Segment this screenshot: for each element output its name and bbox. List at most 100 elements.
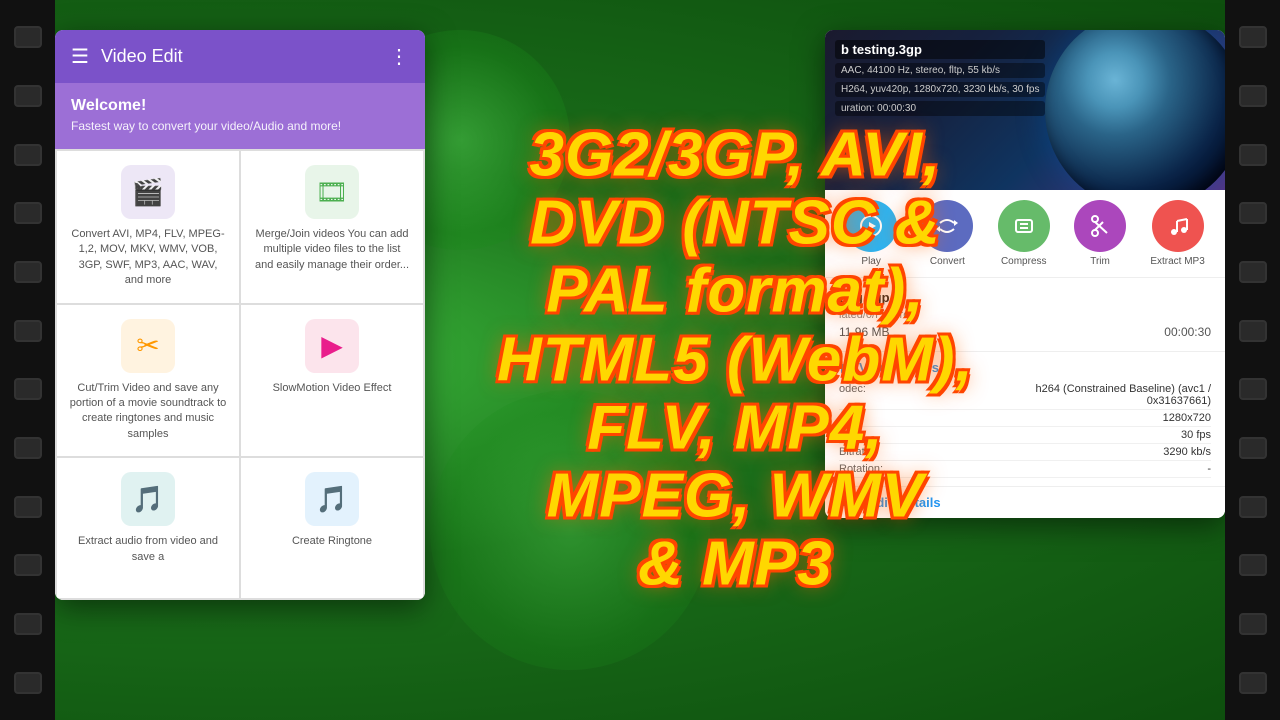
- merge-text: Merge/Join videos You can add multiple v…: [253, 227, 411, 273]
- video-filename: b testing.3gp: [835, 40, 1045, 59]
- compress-icon: [1013, 215, 1035, 237]
- action-buttons-row: Play Convert: [825, 190, 1225, 278]
- film-hole: [1239, 320, 1267, 342]
- camera-lens-graphic: [1045, 30, 1225, 190]
- film-hole: [14, 85, 42, 107]
- video-details-section: Video details odec: h264 (Constrained Ba…: [825, 352, 1225, 486]
- convert-label: Convert: [930, 256, 965, 267]
- ringtone-icon: 🎵: [305, 472, 359, 526]
- trim-button[interactable]: Trim: [1074, 200, 1126, 267]
- film-hole: [1239, 26, 1267, 48]
- film-hole: [14, 320, 42, 342]
- film-hole: [1239, 144, 1267, 166]
- video-meta-1: AAC, 44100 Hz, stereo, fltp, 55 kb/s: [835, 63, 1045, 78]
- film-strip-right: [1225, 0, 1280, 720]
- fps-label: Fps:: [839, 429, 860, 441]
- codec-row: odec: h264 (Constrained Baseline) (avc1 …: [839, 381, 1211, 410]
- more-icon[interactable]: ⋮: [389, 44, 409, 69]
- extract-icon: 🎵: [121, 472, 175, 526]
- film-hole: [1239, 378, 1267, 400]
- compress-circle: [998, 200, 1050, 252]
- film-hole: [1239, 202, 1267, 224]
- film-hole: [14, 672, 42, 694]
- video-details-panel: b testing.3gp AAC, 44100 Hz, stereo, flt…: [825, 30, 1225, 518]
- grid-item-ringtone[interactable]: 🎵 Create Ringtone: [241, 458, 423, 598]
- bitrate-label: Bitrate:: [839, 446, 874, 458]
- rotation-value: -: [1207, 463, 1211, 475]
- trim-circle: [1074, 200, 1126, 252]
- extract-mp3-circle: [1152, 200, 1204, 252]
- film-hole: [1239, 496, 1267, 518]
- convert-icon: [936, 215, 958, 237]
- rotation-label: Rotation:: [839, 463, 883, 475]
- size-row: Size: 1280x720: [839, 410, 1211, 427]
- film-hole: [1239, 85, 1267, 107]
- convert-icon: 🎬: [121, 165, 175, 219]
- hamburger-icon[interactable]: ☰: [71, 44, 89, 69]
- bitrate-row: Bitrate: 3290 kb/s: [839, 444, 1211, 461]
- file-size: 11,96 MB: [839, 325, 889, 339]
- film-hole: [14, 378, 42, 400]
- play-label: Play: [861, 256, 880, 267]
- file-path-row: lated/0/Pictures: [839, 307, 1211, 323]
- content-area: ☰ Video Edit ⋮ Welcome! Fastest way to c…: [55, 0, 1225, 720]
- file-info-section: ting.3gp lated/0/Pictures 11,96 MB 00:00…: [825, 278, 1225, 352]
- compress-button[interactable]: Compress: [998, 200, 1050, 267]
- video-thumbnail: b testing.3gp AAC, 44100 Hz, stereo, flt…: [825, 30, 1225, 190]
- extract-mp3-label: Extract MP3: [1150, 256, 1204, 267]
- audio-details-title: Audio details: [839, 495, 1211, 510]
- trim-scissors-icon: ✂: [121, 319, 175, 373]
- video-details-label: Video details: [859, 360, 939, 375]
- grid-item-merge[interactable]: 🎞 Merge/Join videos You can add multiple…: [241, 151, 423, 303]
- android-app-panel: ☰ Video Edit ⋮ Welcome! Fastest way to c…: [55, 30, 425, 600]
- film-hole: [14, 202, 42, 224]
- film-hole: [1239, 261, 1267, 283]
- extract-mp3-button[interactable]: Extract MP3: [1150, 200, 1204, 267]
- trim-text: Cut/Trim Video and save any portion of a…: [69, 381, 227, 443]
- convert-button[interactable]: Convert: [921, 200, 973, 267]
- file-name: ting.3gp: [839, 290, 890, 305]
- grid-item-trim[interactable]: ✂ Cut/Trim Video and save any portion of…: [57, 305, 239, 457]
- film-hole: [14, 437, 42, 459]
- grid-item-convert[interactable]: 🎬 Convert AVI, MP4, FLV, MPEG-1,2, MOV, …: [57, 151, 239, 303]
- play-button[interactable]: Play: [845, 200, 897, 267]
- header-left: ☰ Video Edit: [71, 44, 183, 69]
- codec-label: odec:: [839, 383, 866, 407]
- audio-details-icon: [839, 496, 853, 510]
- convert-text: Convert AVI, MP4, FLV, MPEG-1,2, MOV, MK…: [69, 227, 227, 289]
- extract-text: Extract audio from video and save a: [69, 534, 227, 565]
- merge-icon: 🎞: [305, 165, 359, 219]
- trim-label: Trim: [1090, 256, 1110, 267]
- rotation-row: Rotation: -: [839, 461, 1211, 478]
- file-name-row: ting.3gp: [839, 288, 1211, 307]
- slowmotion-text: SlowMotion Video Effect: [273, 381, 392, 396]
- film-strip-left: [0, 0, 55, 720]
- file-size-row: 11,96 MB 00:00:30: [839, 323, 1211, 341]
- compress-label: Compress: [1001, 256, 1047, 267]
- film-hole: [14, 26, 42, 48]
- bitrate-value: 3290 kb/s: [1163, 446, 1211, 458]
- play-circle: [845, 200, 897, 252]
- film-hole: [14, 613, 42, 635]
- video-details-icon: [839, 361, 853, 375]
- audio-details-label: Audio details: [859, 495, 941, 510]
- video-info-overlay: b testing.3gp AAC, 44100 Hz, stereo, flt…: [835, 40, 1045, 116]
- grid-item-slowmotion[interactable]: ▶ SlowMotion Video Effect: [241, 305, 423, 457]
- film-hole: [1239, 613, 1267, 635]
- fps-value: 30 fps: [1181, 429, 1211, 441]
- app-title: Video Edit: [101, 46, 183, 67]
- video-meta-2: H264, yuv420p, 1280x720, 3230 kb/s, 30 f…: [835, 82, 1045, 97]
- codec-value: h264 (Constrained Baseline) (avc1 / 0x31…: [988, 383, 1211, 407]
- welcome-banner: Welcome! Fastest way to convert your vid…: [55, 83, 425, 149]
- fps-row: Fps: 30 fps: [839, 427, 1211, 444]
- audio-details-section: Audio details: [825, 486, 1225, 518]
- size-label: Size:: [839, 412, 863, 424]
- slowmotion-icon: ▶: [305, 319, 359, 373]
- film-hole: [14, 261, 42, 283]
- music-note-icon: [1167, 215, 1189, 237]
- film-hole: [1239, 437, 1267, 459]
- grid-item-extract[interactable]: 🎵 Extract audio from video and save a: [57, 458, 239, 598]
- film-hole: [14, 144, 42, 166]
- ringtone-text: Create Ringtone: [292, 534, 372, 549]
- file-path: lated/0/Pictures: [839, 309, 915, 321]
